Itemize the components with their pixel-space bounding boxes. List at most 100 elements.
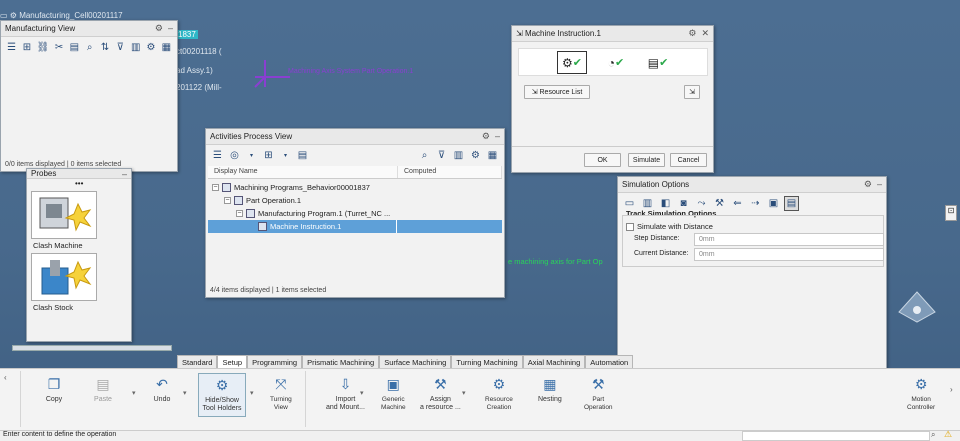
- tab-setup[interactable]: Setup: [217, 355, 248, 368]
- chevron-down-icon[interactable]: ▾: [132, 389, 136, 397]
- grid-icon[interactable]: ▦: [485, 148, 500, 163]
- filter-icon[interactable]: ⊽: [434, 148, 449, 163]
- close-icon[interactable]: ✕: [701, 28, 709, 39]
- current-distance-field[interactable]: 0mm: [694, 248, 884, 261]
- minimize-icon[interactable]: –: [877, 179, 882, 190]
- ribbon-collapse-icon[interactable]: ‹: [4, 373, 7, 382]
- clash-stock-icon: [41, 260, 92, 295]
- list-icon[interactable]: ▤: [68, 40, 81, 55]
- clash-stock-button[interactable]: [31, 253, 97, 301]
- resource-list-button[interactable]: ⇲ Resource List: [524, 85, 590, 99]
- speed-icon[interactable]: ⇢: [748, 196, 763, 211]
- sort-icon[interactable]: ⇅: [98, 40, 111, 55]
- tree-row-selected[interactable]: Machine Instruction.1: [208, 220, 502, 233]
- resource-select-button[interactable]: ⇲: [684, 85, 700, 99]
- chevron-down-icon[interactable]: ▾: [278, 148, 293, 163]
- process-filter-icon[interactable]: ◎: [227, 148, 242, 163]
- tree-view-icon[interactable]: ☰: [5, 40, 18, 55]
- tree-row[interactable]: – Manufacturing Program.1 (Turret_NC ...: [208, 207, 502, 220]
- tab-prismatic-machining[interactable]: Prismatic Machining: [302, 355, 380, 368]
- simulate-button[interactable]: Simulate: [628, 153, 665, 167]
- chevron-down-icon[interactable]: ▾: [250, 389, 254, 397]
- copy-button[interactable]: ❐ Copy: [44, 375, 64, 404]
- tab-automation[interactable]: Automation: [585, 355, 634, 368]
- list-icon[interactable]: ▤: [295, 148, 310, 163]
- part-operation-button[interactable]: ⚒ Part Operation: [584, 375, 613, 412]
- resource-creation-button[interactable]: ⚙ Resource Creation: [485, 375, 513, 412]
- columns-icon[interactable]: ▥: [451, 148, 466, 163]
- collapse-icon[interactable]: –: [212, 184, 219, 191]
- activities-process-view-panel: Activities Process View ⚙ – ☰ ◎ ▾ ⊞ ▾ ▤ ⌕…: [205, 128, 505, 298]
- tree-row[interactable]: – Part Operation.1: [208, 194, 502, 207]
- tab-surface-machining[interactable]: Surface Machining: [379, 355, 452, 368]
- grid-icon[interactable]: ▦: [160, 40, 173, 55]
- settings-gear-icon[interactable]: ⚙: [155, 23, 163, 34]
- filter-icon[interactable]: ⊽: [114, 40, 127, 55]
- simulate-with-distance-checkbox[interactable]: [626, 222, 634, 231]
- chevron-down-icon[interactable]: ▾: [183, 389, 187, 397]
- column-display-name[interactable]: Display Name: [208, 166, 398, 178]
- settings-gear-icon[interactable]: ⚙: [482, 131, 490, 142]
- tab-programming[interactable]: Programming: [247, 355, 303, 368]
- activities-tree: – Machining Programs_Behavior00001837 – …: [208, 181, 502, 233]
- collapse-icon[interactable]: –: [224, 197, 231, 204]
- tree-view-icon[interactable]: ☰: [210, 148, 225, 163]
- step-distance-field[interactable]: 0mm: [694, 233, 884, 246]
- ok-button[interactable]: OK: [584, 153, 621, 167]
- settings-gear-icon[interactable]: ⚙: [688, 28, 696, 39]
- motion-controller-button[interactable]: ⚙ Motion Controller: [907, 375, 935, 412]
- current-distance-label: Current Distance:: [634, 250, 689, 257]
- tab-turning-machining[interactable]: Turning Machining: [451, 355, 523, 368]
- side-toggle-button[interactable]: ⊡: [945, 205, 957, 221]
- paste-button[interactable]: ▤ Paste: [93, 375, 113, 404]
- hide-show-tool-holders-button[interactable]: ⚙ Hide/Show Tool Holders: [198, 373, 246, 417]
- column-computed[interactable]: Computed: [398, 166, 502, 178]
- generic-machine-icon: ▣: [386, 376, 400, 392]
- turning-view-button[interactable]: ⤧ Turning View: [270, 375, 292, 412]
- instruction-definition-tab[interactable]: ⚙ ✔: [557, 51, 587, 74]
- part-operation-icon: [234, 196, 243, 205]
- compass-icon[interactable]: [895, 288, 940, 326]
- assign-resource-button[interactable]: ⚒ Assign a resource ...: [420, 375, 461, 412]
- clash-machine-label: Clash Machine: [33, 241, 83, 250]
- cancel-button[interactable]: Cancel: [670, 153, 707, 167]
- warning-icon[interactable]: ⚠: [944, 429, 952, 440]
- chevron-down-icon[interactable]: ▾: [462, 389, 466, 397]
- ribbon-expand-icon[interactable]: ›: [950, 385, 953, 394]
- chevron-down-icon[interactable]: ▾: [360, 389, 364, 397]
- tree-row[interactable]: – Machining Programs_Behavior00001837: [208, 181, 502, 194]
- instruction-list-tab[interactable]: ▤ ✔: [643, 51, 673, 74]
- background-tree-line: 1837: [176, 30, 198, 39]
- undo-button[interactable]: ↶ Undo: [152, 375, 172, 404]
- link-icon[interactable]: ⛓: [36, 40, 51, 55]
- clash-machine-button[interactable]: [31, 191, 97, 239]
- minimize-icon[interactable]: –: [122, 169, 127, 179]
- settings-icon[interactable]: ⚙: [144, 40, 157, 55]
- instruction-speed-tab[interactable]: ◔ ✔: [601, 51, 631, 74]
- search-icon[interactable]: ⌕: [931, 430, 935, 440]
- collapse-icon[interactable]: –: [236, 210, 243, 217]
- settings-gear-icon[interactable]: ⚙: [864, 179, 872, 190]
- viewport-scrollbar[interactable]: [12, 345, 172, 351]
- generic-machine-button[interactable]: ▣ Generic Machine: [381, 375, 406, 412]
- minimize-icon[interactable]: –: [495, 131, 500, 142]
- arrow-icon[interactable]: ⇐: [730, 196, 745, 211]
- columns-icon[interactable]: ▥: [129, 40, 142, 55]
- command-input[interactable]: [742, 431, 930, 441]
- search-icon[interactable]: ⌕: [417, 148, 432, 163]
- machine-icon[interactable]: ▣: [766, 196, 781, 211]
- more-icon[interactable]: •••: [75, 179, 83, 188]
- hierarchy-icon[interactable]: ⊞: [261, 148, 276, 163]
- chevron-down-icon[interactable]: ▾: [244, 148, 259, 163]
- tab-standard[interactable]: Standard: [177, 355, 218, 368]
- nesting-button[interactable]: ▦ Nesting: [538, 375, 562, 404]
- step-distance-label: Step Distance:: [634, 235, 680, 242]
- unlink-icon[interactable]: ✂: [52, 40, 65, 55]
- search-icon[interactable]: ⌕: [83, 40, 96, 55]
- settings-icon[interactable]: ⚙: [468, 148, 483, 163]
- track-icon[interactable]: ▤: [784, 196, 799, 211]
- minimize-icon[interactable]: –: [168, 23, 173, 34]
- tool-holder-icon: ⚙: [215, 377, 229, 393]
- tab-axial-machining[interactable]: Axial Machining: [522, 355, 586, 368]
- hierarchy-icon[interactable]: ⊞: [20, 40, 33, 55]
